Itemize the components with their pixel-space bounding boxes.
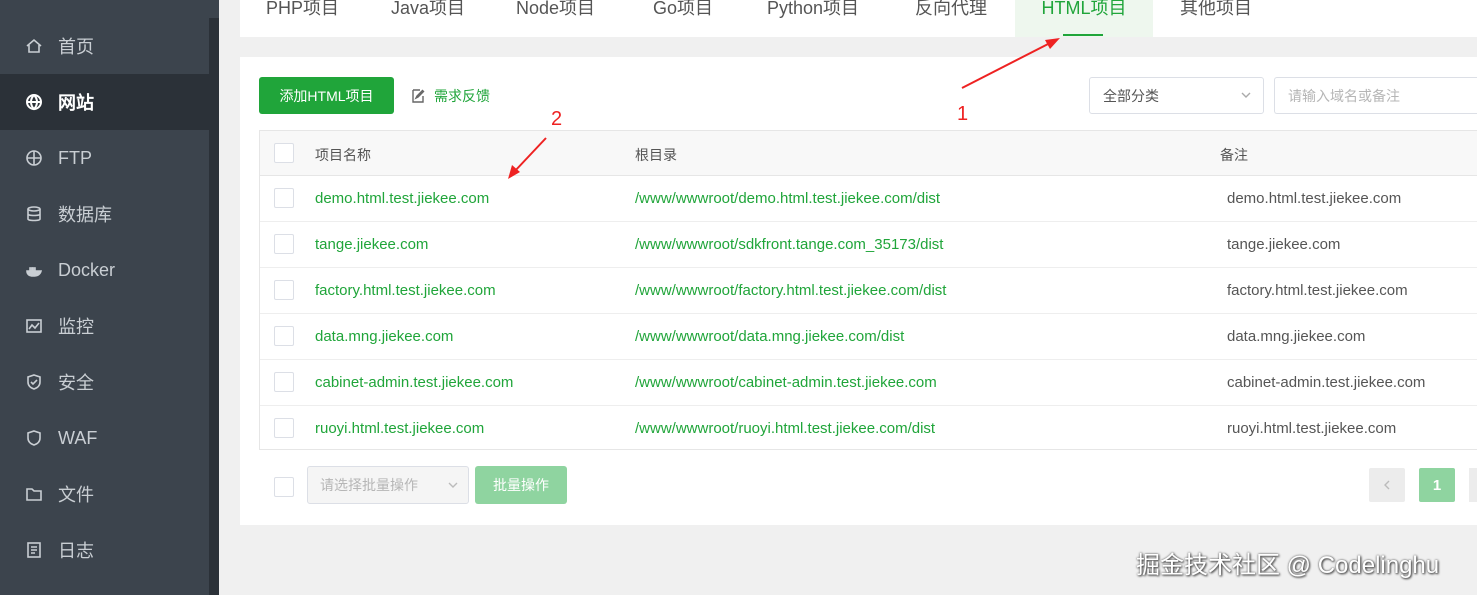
tab-php[interactable]: PHP项目 bbox=[266, 0, 339, 37]
sidebar-item-label: FTP bbox=[58, 147, 92, 168]
row-checkbox[interactable] bbox=[274, 326, 294, 346]
home-icon bbox=[25, 37, 43, 55]
edit-icon bbox=[412, 89, 425, 103]
sidebar-item-ftp[interactable]: FTP bbox=[0, 130, 209, 186]
batch-select-placeholder: 请选择批量操作 bbox=[320, 477, 418, 493]
table-row: cabinet-admin.test.jiekee.com /www/wwwro… bbox=[260, 360, 1477, 406]
sidebar-item-logs[interactable]: 日志 bbox=[0, 522, 209, 578]
next-page-button[interactable] bbox=[1469, 468, 1477, 502]
sidebar-item-security[interactable]: 安全 bbox=[0, 354, 209, 410]
header-note: 备注 bbox=[1220, 147, 1248, 163]
globe-icon bbox=[25, 93, 43, 111]
footer-select-all-checkbox[interactable] bbox=[274, 477, 294, 497]
feedback-label: 需求反馈 bbox=[434, 88, 490, 104]
table-row: ruoyi.html.test.jiekee.com /www/wwwroot/… bbox=[260, 406, 1477, 452]
sidebar-item-label: 网站 bbox=[58, 93, 94, 113]
sidebar-item-monitor[interactable]: 监控 bbox=[0, 298, 209, 354]
tab-html[interactable]: HTML项目 bbox=[1015, 0, 1153, 37]
project-name-link[interactable]: ruoyi.html.test.jiekee.com bbox=[315, 420, 484, 437]
main-panel: 添加HTML项目 需求反馈 全部分类 项目名称 根目录 备注 demo.html… bbox=[240, 57, 1477, 525]
header-root-dir: 根目录 bbox=[635, 147, 677, 163]
note-cell[interactable]: data.mng.jiekee.com bbox=[1227, 328, 1365, 345]
docker-icon bbox=[25, 261, 43, 279]
row-checkbox[interactable] bbox=[274, 234, 294, 254]
root-dir-link[interactable]: /www/wwwroot/demo.html.test.jiekee.com/d… bbox=[635, 190, 940, 207]
project-name-link[interactable]: cabinet-admin.test.jiekee.com bbox=[315, 374, 513, 391]
row-checkbox[interactable] bbox=[274, 418, 294, 438]
root-dir-link[interactable]: /www/wwwroot/ruoyi.html.test.jiekee.com/… bbox=[635, 420, 935, 437]
note-cell[interactable]: cabinet-admin.test.jiekee.com bbox=[1227, 374, 1425, 391]
feedback-link[interactable]: 需求反馈 bbox=[410, 86, 490, 106]
watermark: 掘金技术社区 @ Codelinghu bbox=[1136, 552, 1440, 579]
sidebar-item-label: Docker bbox=[58, 259, 116, 280]
monitor-icon bbox=[25, 317, 43, 335]
folder-icon bbox=[25, 485, 43, 503]
select-all-checkbox[interactable] bbox=[274, 143, 294, 163]
sidebar-item-label: 安全 bbox=[58, 373, 94, 393]
project-type-tabs: PHP项目 Java项目 Node项目 Go项目 Python项目 反向代理 H… bbox=[240, 0, 1477, 37]
table-row: tange.jiekee.com /www/wwwroot/sdkfront.t… bbox=[260, 222, 1477, 268]
sidebar-item-database[interactable]: 数据库 bbox=[0, 186, 209, 242]
sidebar-item-label: 数据库 bbox=[58, 205, 112, 225]
prev-page-button[interactable] bbox=[1369, 468, 1405, 502]
batch-operation-select[interactable]: 请选择批量操作 bbox=[307, 466, 469, 504]
annotation-label-1: 1 bbox=[957, 103, 969, 125]
tab-node[interactable]: Node项目 bbox=[516, 0, 595, 37]
row-checkbox[interactable] bbox=[274, 280, 294, 300]
category-select[interactable]: 全部分类 bbox=[1089, 77, 1264, 114]
project-name-link[interactable]: factory.html.test.jiekee.com bbox=[315, 282, 496, 299]
tab-other[interactable]: 其他项目 bbox=[1180, 0, 1252, 37]
note-cell[interactable]: ruoyi.html.test.jiekee.com bbox=[1227, 420, 1396, 437]
note-cell[interactable]: demo.html.test.jiekee.com bbox=[1227, 190, 1401, 207]
root-dir-link[interactable]: /www/wwwroot/factory.html.test.jiekee.co… bbox=[635, 282, 946, 299]
header-project-name: 项目名称 bbox=[315, 147, 371, 163]
chevron-down-icon bbox=[448, 482, 458, 488]
note-cell[interactable]: tange.jiekee.com bbox=[1227, 236, 1340, 253]
table-row: data.mng.jiekee.com /www/wwwroot/data.mn… bbox=[260, 314, 1477, 360]
sidebar-item-label: 文件 bbox=[58, 485, 94, 505]
search-input[interactable] bbox=[1274, 77, 1477, 114]
category-value: 全部分类 bbox=[1103, 87, 1159, 104]
project-table: 项目名称 根目录 备注 demo.html.test.jiekee.com /w… bbox=[259, 130, 1477, 450]
note-cell[interactable]: factory.html.test.jiekee.com bbox=[1227, 282, 1408, 299]
shield-icon bbox=[25, 373, 43, 391]
sidebar-item-label: 首页 bbox=[58, 37, 94, 57]
ftp-globe-icon bbox=[25, 149, 43, 167]
table-row: factory.html.test.jiekee.com /www/wwwroo… bbox=[260, 268, 1477, 314]
sidebar-item-label: 监控 bbox=[58, 317, 94, 337]
batch-operation-button[interactable]: 批量操作 bbox=[475, 466, 567, 504]
table-header: 项目名称 根目录 备注 bbox=[260, 131, 1477, 176]
sidebar: 首页 网站 FTP 数据库 Docker 监控 安全 WAF 文件 日志 bbox=[0, 0, 219, 595]
tab-java[interactable]: Java项目 bbox=[391, 0, 465, 37]
database-icon bbox=[25, 205, 43, 223]
sidebar-item-label: 日志 bbox=[58, 541, 94, 561]
sidebar-scrollbar[interactable] bbox=[209, 18, 219, 595]
row-checkbox[interactable] bbox=[274, 188, 294, 208]
project-name-link[interactable]: demo.html.test.jiekee.com bbox=[315, 190, 489, 207]
row-checkbox[interactable] bbox=[274, 372, 294, 392]
sidebar-item-home[interactable]: 首页 bbox=[0, 18, 209, 74]
root-dir-link[interactable]: /www/wwwroot/data.mng.jiekee.com/dist bbox=[635, 328, 904, 345]
tab-go[interactable]: Go项目 bbox=[653, 0, 713, 37]
tab-python[interactable]: Python项目 bbox=[767, 0, 859, 37]
tab-reverse-proxy[interactable]: 反向代理 bbox=[915, 0, 987, 37]
root-dir-link[interactable]: /www/wwwroot/cabinet-admin.test.jiekee.c… bbox=[635, 374, 937, 391]
root-dir-link[interactable]: /www/wwwroot/sdkfront.tange.com_35173/di… bbox=[635, 236, 943, 253]
active-tab-indicator bbox=[1063, 34, 1103, 36]
table-row: demo.html.test.jiekee.com /www/wwwroot/d… bbox=[260, 176, 1477, 222]
sidebar-item-website[interactable]: 网站 bbox=[0, 74, 209, 130]
project-name-link[interactable]: data.mng.jiekee.com bbox=[315, 328, 453, 345]
add-html-project-button[interactable]: 添加HTML项目 bbox=[259, 77, 394, 114]
annotation-label-2: 2 bbox=[551, 108, 563, 130]
log-icon bbox=[25, 541, 43, 559]
sidebar-item-docker[interactable]: Docker bbox=[0, 242, 209, 298]
chevron-left-icon bbox=[1384, 480, 1390, 490]
waf-shield-icon bbox=[25, 429, 43, 447]
sidebar-item-label: WAF bbox=[58, 427, 98, 448]
sidebar-item-waf[interactable]: WAF bbox=[0, 410, 209, 466]
chevron-down-icon bbox=[1241, 92, 1251, 98]
sidebar-item-files[interactable]: 文件 bbox=[0, 466, 209, 522]
project-name-link[interactable]: tange.jiekee.com bbox=[315, 236, 428, 253]
current-page-button[interactable]: 1 bbox=[1419, 468, 1455, 502]
